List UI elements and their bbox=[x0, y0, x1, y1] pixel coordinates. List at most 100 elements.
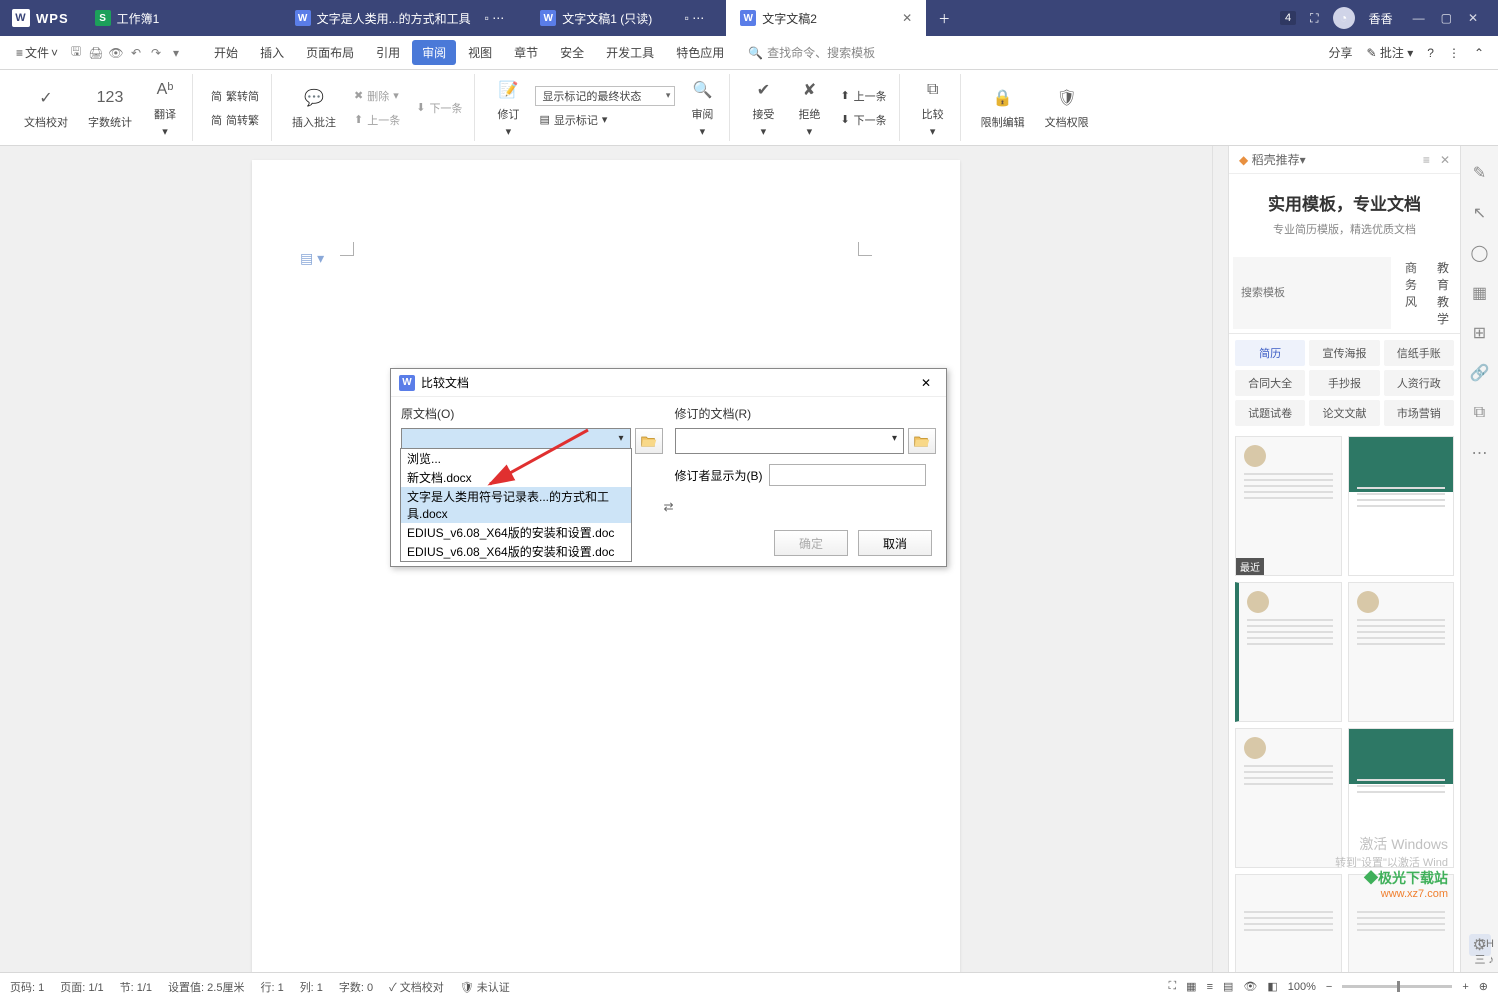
tab-doc2-active[interactable]: W 文字文稿2 ✕ bbox=[726, 0, 926, 36]
print-preview-icon[interactable]: 👁 bbox=[108, 45, 124, 61]
template-thumb[interactable]: 最近 bbox=[1235, 436, 1342, 576]
accept-button[interactable]: ✔接受 ▾ bbox=[744, 73, 782, 142]
tab-layout[interactable]: 页面布局 bbox=[296, 40, 364, 65]
user-avatar[interactable]: ◔ bbox=[1333, 7, 1355, 29]
insert-comment-button[interactable]: 💬插入批注 bbox=[286, 81, 342, 134]
template-search-input[interactable] bbox=[1233, 257, 1391, 329]
link-icon[interactable]: 🔗 bbox=[1469, 362, 1491, 384]
status-chars[interactable]: 字数: 0 bbox=[339, 979, 373, 995]
browse-revised-button[interactable] bbox=[908, 428, 936, 454]
chip-exam[interactable]: 试题试卷 bbox=[1235, 400, 1305, 426]
zoom-level[interactable]: 100% bbox=[1288, 981, 1316, 993]
reject-button[interactable]: ✘拒绝 ▾ bbox=[790, 73, 828, 142]
group-icon[interactable]: ⧉ bbox=[1469, 402, 1491, 424]
zoom-out-icon[interactable]: − bbox=[1326, 981, 1332, 993]
layout-icon[interactable]: ▦ bbox=[1469, 282, 1491, 304]
tab-doc-tools[interactable]: W 文字是人类用...的方式和工具 ▫ ⋯ bbox=[281, 0, 527, 36]
tab-start[interactable]: 开始 bbox=[204, 40, 248, 65]
compare-button[interactable]: ⧉比较 ▾ bbox=[914, 73, 952, 142]
chip-hr[interactable]: 人资行政 bbox=[1384, 370, 1454, 396]
template-thumb[interactable] bbox=[1235, 582, 1342, 722]
maximize-icon[interactable]: ▢ bbox=[1441, 11, 1452, 25]
minimize-icon[interactable]: — bbox=[1413, 11, 1425, 25]
status-proof[interactable]: ✓ 文档校对 bbox=[389, 979, 444, 995]
dropdown-item-edius2[interactable]: EDIUS_v6.08_X64版的安装和设置.doc bbox=[401, 542, 631, 561]
select-icon[interactable]: ↖ bbox=[1469, 202, 1491, 224]
gift-icon[interactable]: ⛶ bbox=[1310, 11, 1318, 26]
status-col[interactable]: 列: 1 bbox=[300, 979, 323, 995]
view-outline-icon[interactable]: ≡ bbox=[1207, 981, 1213, 993]
chip-resume[interactable]: 简历 bbox=[1235, 340, 1305, 366]
tab-dev[interactable]: 开发工具 bbox=[596, 40, 664, 65]
template-thumb[interactable] bbox=[1235, 728, 1342, 868]
dropdown-item-newdoc[interactable]: 新文档.docx bbox=[401, 468, 631, 487]
view-print-icon[interactable]: ▦ bbox=[1186, 980, 1196, 993]
ribbon-options-icon[interactable]: ⋮ bbox=[1448, 46, 1460, 60]
dialog-close-icon[interactable]: ✕ bbox=[914, 376, 938, 390]
cancel-button[interactable]: 取消 bbox=[858, 530, 932, 556]
show-markup-button[interactable]: ▤ 显示标记 ▾ bbox=[535, 110, 675, 130]
app-menu-button[interactable]: ≡ 文件 ˅ bbox=[10, 40, 64, 65]
template-thumb[interactable] bbox=[1348, 582, 1455, 722]
review-pane-button[interactable]: 🔍审阅 ▾ bbox=[683, 73, 721, 142]
view-fullscreen-icon[interactable]: ⛶ bbox=[1168, 980, 1176, 993]
panel-close-icon[interactable]: ✕ bbox=[1440, 153, 1450, 167]
s2t-button[interactable]: 简 繁转简 bbox=[207, 86, 263, 106]
notification-badge[interactable]: 4 bbox=[1280, 11, 1296, 25]
filter-business[interactable]: 商务风 bbox=[1395, 253, 1427, 333]
template-thumb[interactable] bbox=[1348, 436, 1455, 576]
chip-thesis[interactable]: 论文文献 bbox=[1309, 400, 1379, 426]
print-icon[interactable]: 🖨 bbox=[88, 45, 104, 61]
tab-security[interactable]: 安全 bbox=[550, 40, 594, 65]
translate-button[interactable]: Aᵇ翻译 ▾ bbox=[146, 73, 184, 142]
prev-change-button[interactable]: ⬆ 上一条 bbox=[836, 86, 890, 106]
tab-special[interactable]: 特色应用 bbox=[666, 40, 734, 65]
reviser-input[interactable] bbox=[769, 464, 927, 486]
chip-poster[interactable]: 宣传海报 bbox=[1309, 340, 1379, 366]
zoom-in-icon[interactable]: + bbox=[1462, 981, 1468, 993]
view-read-icon[interactable]: 👁 bbox=[1243, 980, 1257, 993]
tab-section[interactable]: 章节 bbox=[504, 40, 548, 65]
collapse-ribbon-icon[interactable]: ⌃ bbox=[1474, 46, 1484, 60]
dropdown-item-selected[interactable]: 文字是人类用符号记录表...的方式和工具.docx bbox=[401, 487, 631, 523]
status-pageno[interactable]: 页码: 1 bbox=[10, 979, 44, 995]
proof-button[interactable]: ✓文档校对 bbox=[18, 81, 74, 134]
fit-icon[interactable]: ⊕ bbox=[1479, 980, 1488, 993]
status-section[interactable]: 节: 1/1 bbox=[120, 979, 152, 995]
revised-doc-combo[interactable] bbox=[675, 428, 905, 454]
next-change-button[interactable]: ⬇ 下一条 bbox=[836, 110, 890, 130]
tab-close-icon[interactable]: ✕ bbox=[902, 11, 912, 25]
tab-workbook1[interactable]: S 工作簿1 bbox=[81, 0, 281, 36]
redo-icon[interactable]: ↷ bbox=[148, 45, 164, 61]
restrict-edit-button[interactable]: 🔒限制编辑 bbox=[975, 81, 1031, 134]
save-icon[interactable]: 🖫 bbox=[68, 45, 84, 61]
chip-marketing[interactable]: 市场营销 bbox=[1384, 400, 1454, 426]
vertical-scrollbar[interactable] bbox=[1212, 146, 1228, 972]
grid-icon[interactable]: ⊞ bbox=[1469, 322, 1491, 344]
t2s-button[interactable]: 简 简转繁 bbox=[207, 110, 263, 130]
dropdown-item-browse[interactable]: 浏览... bbox=[401, 449, 631, 468]
tab-view[interactable]: 视图 bbox=[458, 40, 502, 65]
status-pageof[interactable]: 页面: 1/1 bbox=[60, 979, 103, 995]
chip-hand[interactable]: 手抄报 bbox=[1309, 370, 1379, 396]
panel-menu-icon[interactable]: ≡ bbox=[1423, 153, 1430, 167]
view-web-icon[interactable]: ▤ bbox=[1223, 980, 1233, 993]
qat-more-icon[interactable]: ▾ bbox=[168, 45, 184, 61]
template-thumb[interactable] bbox=[1235, 874, 1342, 972]
tab-ref[interactable]: 引用 bbox=[366, 40, 410, 65]
status-line[interactable]: 行: 1 bbox=[260, 979, 283, 995]
new-tab-button[interactable]: ＋ bbox=[926, 0, 962, 36]
view-focus-icon[interactable]: ◧ bbox=[1267, 980, 1277, 993]
chip-contract[interactable]: 合同大全 bbox=[1235, 370, 1305, 396]
tab-doc1-readonly[interactable]: W 文字文稿1 (只读) ▫ ⋯ bbox=[526, 0, 726, 36]
zoom-slider[interactable] bbox=[1342, 985, 1452, 988]
wordcount-button[interactable]: 123字数统计 bbox=[82, 81, 138, 134]
tab-review[interactable]: 审阅 bbox=[412, 40, 456, 65]
dialog-titlebar[interactable]: W 比较文档 ✕ bbox=[391, 369, 946, 397]
undo-icon[interactable]: ↶ bbox=[128, 45, 144, 61]
status-cert[interactable]: 🛡 未认证 bbox=[460, 979, 510, 995]
shape-icon[interactable]: ◯ bbox=[1469, 242, 1491, 264]
share-button[interactable]: 分享 bbox=[1328, 44, 1352, 61]
permissions-button[interactable]: 🛡文档权限 bbox=[1039, 81, 1095, 134]
tab-insert[interactable]: 插入 bbox=[250, 40, 294, 65]
